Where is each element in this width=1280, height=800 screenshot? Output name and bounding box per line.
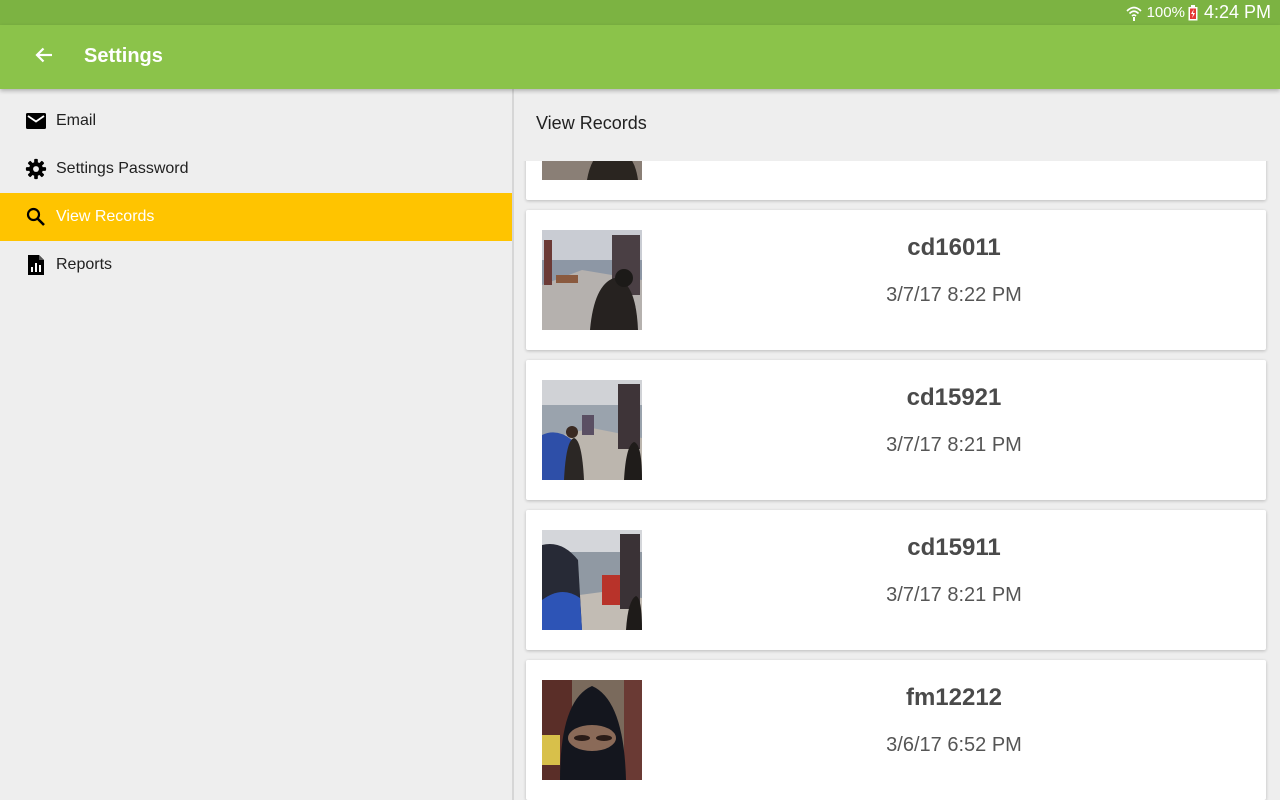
sidebar-item-label: Settings Password: [56, 160, 189, 177]
report-icon: [24, 253, 48, 277]
record-timestamp: 3/6/17 6:52 PM: [886, 734, 1022, 756]
sidebar-item-label: Reports: [56, 256, 113, 273]
app-bar: Settings: [0, 25, 1280, 89]
page-title: Settings: [84, 45, 163, 67]
record-id: cd16011: [907, 234, 1001, 261]
sidebar-item-label: View Records: [56, 208, 155, 225]
record-id: cd15911: [907, 534, 1001, 561]
section-title: View Records: [536, 113, 647, 133]
records-list[interactable]: cd16011 3/7/17 8:22 PM cd15921 3/7/17 8:: [514, 161, 1280, 800]
record-id: cd15921: [906, 384, 1002, 411]
record-card[interactable]: cd15921 3/7/17 8:21 PM: [526, 360, 1266, 500]
status-icons: 100% 4:24 PM: [1125, 0, 1271, 25]
record-photo: [542, 530, 642, 630]
records-pane: View Records cd16011 3/7/17 8:22 PM cd15…: [514, 89, 1280, 800]
sidebar-item-email[interactable]: Email: [0, 97, 512, 145]
record-timestamp: 3/7/17 8:22 PM: [886, 284, 1022, 306]
sidebar-item-label: Email: [56, 112, 97, 129]
sidebar-item-reports[interactable]: Reports: [0, 241, 512, 289]
sidebar: Email Settings Password View Records Rep…: [0, 89, 512, 800]
record-timestamp: 3/7/17 8:21 PM: [886, 584, 1022, 606]
status-bar: 100% 4:24 PM: [0, 0, 1280, 25]
wifi-icon: [1125, 4, 1143, 22]
sidebar-item-settings-password[interactable]: Settings Password: [0, 145, 512, 193]
arrow-back-icon: [35, 47, 53, 68]
record-card[interactable]: [526, 161, 1266, 200]
record-timestamp: 3/7/17 8:21 PM: [886, 434, 1022, 456]
sidebar-item-view-records[interactable]: View Records: [0, 193, 512, 241]
record-photo: [542, 161, 642, 180]
gear-icon: [24, 157, 48, 181]
search-icon: [24, 205, 48, 229]
record-photo: [542, 380, 642, 480]
record-card[interactable]: cd16011 3/7/17 8:22 PM: [526, 210, 1266, 350]
clock: 4:24 PM: [1203, 2, 1271, 22]
battery-percentage: 100%: [1146, 4, 1185, 21]
record-card[interactable]: fm12212 3/6/17 6:52 PM: [526, 660, 1266, 800]
record-photo: [542, 230, 642, 330]
back-button[interactable]: [28, 41, 60, 73]
email-icon: [24, 109, 48, 133]
record-id: fm12212: [905, 684, 1003, 711]
record-card[interactable]: cd15911 3/7/17 8:21 PM: [526, 510, 1266, 650]
record-photo: [542, 680, 642, 780]
battery-charging-icon: [1188, 4, 1198, 21]
